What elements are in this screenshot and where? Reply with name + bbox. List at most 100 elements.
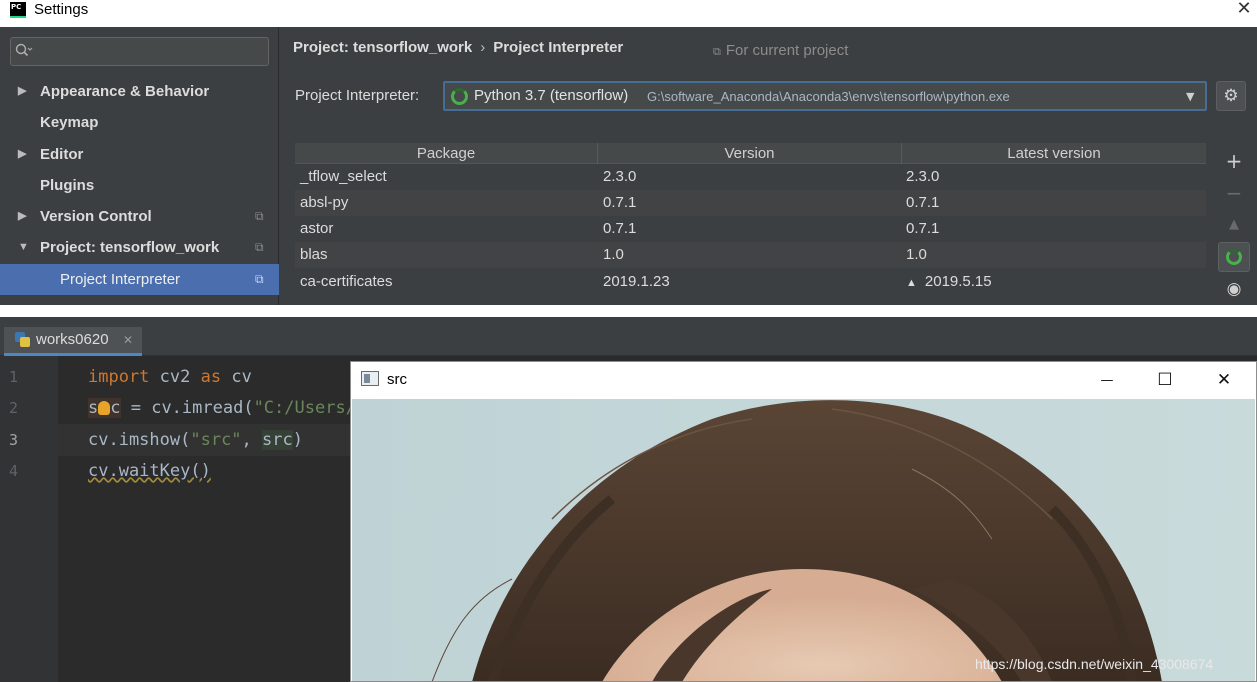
package-table: Package Version Latest version _tflow_se… bbox=[295, 143, 1206, 305]
package-latest: 1.0 bbox=[906, 246, 927, 263]
table-row[interactable]: astor 0.7.1 0.7.1 bbox=[295, 216, 1206, 242]
sidebar-item-plugins[interactable]: Plugins bbox=[0, 170, 279, 201]
code-line-2[interactable]: sc = cv.imread("C:/Users/ bbox=[88, 392, 356, 424]
sidebar-item-label: Editor bbox=[40, 146, 84, 163]
settings-title: Settings bbox=[34, 1, 89, 18]
code-text: , bbox=[241, 430, 263, 450]
sidebar-item-project[interactable]: ▼ Project: tensorflow_work ⧉ bbox=[0, 232, 279, 263]
table-scrollbar[interactable] bbox=[1206, 168, 1216, 305]
intention-bulb-icon[interactable] bbox=[98, 398, 111, 418]
maximize-button[interactable]: ☐ bbox=[1136, 362, 1194, 399]
expand-arrow-icon[interactable]: ▶ bbox=[18, 139, 26, 170]
project-scope-icon: ⧉ bbox=[255, 209, 264, 223]
table-row[interactable]: blas 1.0 1.0 bbox=[295, 242, 1206, 268]
interpreter-name: Python 3.7 (tensorflow) bbox=[474, 87, 629, 104]
search-icon bbox=[15, 42, 35, 60]
close-window-button[interactable]: ✕ bbox=[1195, 362, 1253, 399]
package-name: absl-py bbox=[300, 194, 349, 211]
package-version: 0.7.1 bbox=[603, 220, 637, 237]
close-tab-icon[interactable]: ✕ bbox=[123, 329, 133, 351]
tab-works0620[interactable]: works0620 ✕ bbox=[4, 327, 142, 356]
remove-package-button[interactable]: − bbox=[1218, 178, 1250, 208]
identifier: s bbox=[88, 398, 99, 418]
close-settings-button[interactable]: ✕ bbox=[1232, 0, 1256, 20]
settings-search-input[interactable] bbox=[10, 37, 269, 66]
python-file-icon bbox=[15, 332, 31, 348]
breadcrumb-separator: › bbox=[480, 39, 486, 56]
expand-arrow-icon[interactable]: ▶ bbox=[18, 201, 26, 232]
package-version: 1.0 bbox=[603, 246, 624, 263]
project-scope-icon: ⧉ bbox=[255, 272, 264, 286]
identifier: cv2 bbox=[149, 367, 201, 387]
sidebar-item-keymap[interactable]: Keymap bbox=[0, 107, 279, 138]
screenshot-gap bbox=[0, 305, 1257, 317]
table-row[interactable]: ca-certificates 2019.1.23 ▲ 2019.5.15 bbox=[295, 269, 1206, 295]
image-window: src — ☐ ✕ bbox=[350, 361, 1257, 682]
string-literal: "C:/Users/ bbox=[253, 398, 356, 418]
sidebar-item-editor[interactable]: ▶ Editor bbox=[0, 139, 279, 170]
line-number: 2 bbox=[9, 399, 19, 417]
loading-spinner-icon bbox=[451, 88, 468, 105]
sidebar-item-version-control[interactable]: ▶ Version Control ⧉ bbox=[0, 201, 279, 232]
collapse-arrow-icon[interactable]: ▼ bbox=[18, 232, 29, 263]
column-header-package[interactable]: Package bbox=[295, 143, 598, 164]
pycharm-logo-icon: PC bbox=[10, 2, 26, 18]
package-latest: 0.7.1 bbox=[906, 194, 940, 211]
keyword: import bbox=[88, 367, 150, 387]
line-number: 4 bbox=[9, 462, 19, 480]
minimize-button[interactable]: — bbox=[1078, 362, 1136, 399]
package-latest-value: 2019.5.15 bbox=[924, 273, 992, 290]
sidebar-item-label: Appearance & Behavior bbox=[40, 83, 210, 100]
project-scope-icon: ⧉ bbox=[255, 240, 264, 254]
displayed-photo bbox=[352, 399, 1255, 681]
tab-label: works0620 bbox=[36, 331, 109, 348]
breadcrumb-project[interactable]: Project: tensorflow_work bbox=[293, 39, 472, 56]
eye-icon: ◉ bbox=[1226, 279, 1242, 299]
code-line-3[interactable]: cv.imshow("src", src) bbox=[58, 424, 350, 456]
settings-main-panel: Project: tensorflow_work › Project Interpr… bbox=[280, 27, 1257, 305]
line-number: 1 bbox=[9, 368, 19, 386]
identifier: c bbox=[110, 398, 121, 418]
table-row[interactable]: _tflow_select 2.3.0 2.3.0 bbox=[295, 164, 1206, 190]
show-early-releases-button[interactable]: ◉ bbox=[1218, 274, 1250, 304]
image-window-titlebar[interactable]: src — ☐ ✕ bbox=[351, 362, 1256, 399]
table-row[interactable]: absl-py 0.7.1 0.7.1 bbox=[295, 190, 1206, 216]
upgrade-available-icon: ▲ bbox=[906, 277, 917, 289]
window-app-icon bbox=[361, 371, 379, 386]
line-gutter: 1 2 3 4 bbox=[0, 356, 58, 682]
refresh-status-button[interactable] bbox=[1218, 242, 1250, 272]
package-name: astor bbox=[300, 220, 334, 237]
table-header: Package Version Latest version bbox=[295, 143, 1206, 164]
code-line-4[interactable]: cv.waitKey() bbox=[88, 455, 211, 487]
expand-arrow-icon[interactable]: ▶ bbox=[18, 76, 26, 107]
breadcrumb: Project: tensorflow_work › Project Interpr… bbox=[293, 38, 623, 58]
sidebar-item-label: Version Control bbox=[40, 208, 152, 225]
identifier: src bbox=[262, 430, 293, 450]
watermark-text: https://blog.csdn.net/weixin_43008674 bbox=[975, 656, 1214, 672]
gear-icon[interactable]: ⚙ bbox=[1216, 81, 1246, 111]
package-version: 2019.1.23 bbox=[603, 273, 670, 290]
breadcrumb-page: Project Interpreter bbox=[493, 39, 624, 56]
code-text: = cv.imread( bbox=[120, 398, 254, 418]
settings-sidebar: ▶ Appearance & Behavior Keymap ▶ Editor … bbox=[0, 27, 279, 305]
settings-window: PC Settings ✕ ▶ Appearance & Behavior Ke… bbox=[0, 0, 1257, 305]
column-header-latest[interactable]: Latest version bbox=[902, 143, 1206, 164]
upgrade-package-button[interactable]: ▲ bbox=[1218, 210, 1250, 240]
code-text: cv.waitKey() bbox=[88, 461, 211, 481]
sidebar-item-appearance[interactable]: ▶ Appearance & Behavior bbox=[0, 76, 279, 107]
sidebar-item-project-interpreter[interactable]: Project Interpreter ⧉ bbox=[0, 264, 279, 295]
package-name: _tflow_select bbox=[300, 168, 387, 185]
chevron-down-icon[interactable]: ▼ bbox=[1186, 86, 1194, 108]
keyword: as bbox=[200, 367, 222, 387]
scope-label: For current project bbox=[725, 42, 849, 59]
scope-hint: ⧉ For current project bbox=[713, 41, 848, 62]
package-toolstrip: + − ▲ ◉ bbox=[1218, 143, 1252, 305]
interpreter-label: Project Interpreter: bbox=[295, 87, 420, 104]
package-name: blas bbox=[300, 246, 328, 263]
code-text: cv.imshow( bbox=[88, 430, 191, 450]
project-scope-icon: ⧉ bbox=[713, 46, 721, 58]
add-package-button[interactable]: + bbox=[1218, 146, 1250, 176]
interpreter-select[interactable]: Python 3.7 (tensorflow) G:\software_Anac… bbox=[443, 81, 1207, 111]
code-line-1[interactable]: import cv2 as cv bbox=[88, 361, 252, 393]
column-header-version[interactable]: Version bbox=[598, 143, 902, 164]
